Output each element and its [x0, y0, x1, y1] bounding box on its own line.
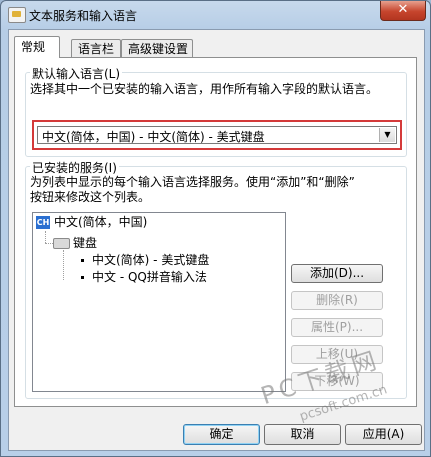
remove-button[interactable]: 删除(R) — [291, 291, 383, 310]
tree-item-language[interactable]: CH 中文(简体，中国) — [36, 214, 147, 230]
bullet-icon — [81, 259, 84, 262]
tree-connector — [45, 231, 46, 243]
default-language-group: 默认输入语言(L) 选择其中一个已安装的输入语言，用作所有输入字段的默认语言。 … — [25, 65, 407, 157]
tree-connector — [45, 243, 53, 244]
tree-item-service[interactable]: 中文 - QQ拼音输入法 — [81, 269, 207, 285]
cancel-button[interactable]: 取消 — [264, 424, 341, 445]
installed-services-group: 已安装的服务(I) 为列表中显示的每个输入语言选择服务。使用“添加”和“删除” … — [25, 159, 407, 399]
tree-item-keyboard[interactable]: 键盘 — [53, 235, 97, 251]
ok-button[interactable]: 确定 — [183, 424, 260, 445]
service-label: 中文 - QQ拼音输入法 — [92, 270, 207, 284]
tree-language-label: 中文(简体，中国) — [54, 215, 148, 229]
move-up-button[interactable]: 上移(U) — [291, 345, 383, 364]
title-bar[interactable]: 文本服务和输入语言 ✕ — [1, 1, 430, 29]
move-down-button[interactable]: 下移(W) — [291, 372, 383, 391]
tab-general[interactable]: 常规 — [14, 36, 60, 58]
add-button[interactable]: 添加(D)... — [291, 264, 383, 283]
annotation-highlight-box: 中文(简体，中国) - 中文(简体) - 美式键盘 ▼ — [32, 120, 402, 150]
services-tree[interactable]: CH 中文(简体，中国) 键盘 中文(简体) - 美式键盘 中文 - QQ拼音输入… — [32, 212, 286, 392]
default-language-dropdown[interactable]: 中文(简体，中国) - 中文(简体) - 美式键盘 ▼ — [37, 126, 397, 144]
keyboard-icon — [53, 238, 70, 249]
tab-panel-general: 默认输入语言(L) 选择其中一个已安装的输入语言，用作所有输入字段的默认语言。 … — [14, 57, 417, 407]
tab-advanced-keys[interactable]: 高级键设置 — [121, 39, 193, 57]
window-title: 文本服务和输入语言 — [29, 9, 138, 23]
installed-services-description-line-1: 为列表中显示的每个输入语言选择服务。使用“添加”和“删除” — [30, 175, 355, 189]
tree-connector — [63, 250, 64, 280]
service-label: 中文(简体) - 美式键盘 — [92, 253, 210, 267]
tab-language-bar[interactable]: 语言栏 — [71, 39, 121, 57]
close-button[interactable]: ✕ — [380, 1, 426, 21]
tree-item-service[interactable]: 中文(简体) - 美式键盘 — [81, 252, 209, 268]
installed-services-description-line-2: 按钮来修改这个列表。 — [30, 190, 151, 204]
chevron-down-icon[interactable]: ▼ — [379, 128, 395, 142]
language-ch-icon: CH — [36, 216, 50, 229]
tree-keyboard-label: 键盘 — [73, 236, 98, 250]
default-language-label: 默认输入语言(L) — [30, 65, 123, 82]
default-language-value: 中文(简体，中国) - 中文(简体) - 美式键盘 — [42, 130, 265, 144]
apply-button[interactable]: 应用(A) — [345, 424, 422, 445]
properties-button[interactable]: 属性(P)... — [291, 318, 383, 337]
dialog-window: 文本服务和输入语言 ✕ 常规 语言栏 高级键设置 默认输入语言(L) 选择其中一… — [0, 0, 431, 457]
dialog-body: 常规 语言栏 高级键设置 默认输入语言(L) 选择其中一个已安装的输入语言，用作… — [8, 29, 425, 451]
bullet-icon — [81, 276, 84, 279]
keyboard-app-icon — [8, 7, 26, 23]
default-language-description: 选择其中一个已安装的输入语言，用作所有输入字段的默认语言。 — [30, 82, 379, 96]
installed-services-label: 已安装的服务(I) — [30, 159, 119, 176]
